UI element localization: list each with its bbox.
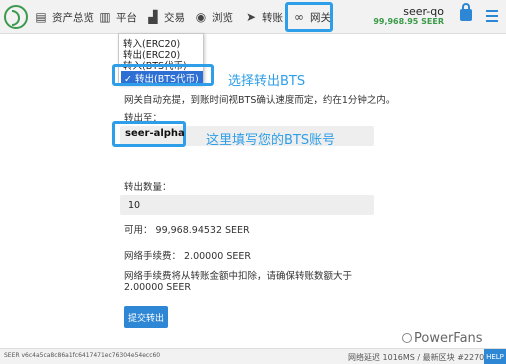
account-balance: 99,968.95 SEER xyxy=(373,17,444,26)
version-text: SEER v6c4a5ca8c86a1fc6417471ec76304e54ec… xyxy=(4,352,161,359)
book-icon: ▤ xyxy=(35,10,47,24)
nav-item-label: 交易 xyxy=(164,11,185,24)
to-account-value: seer-alpha xyxy=(125,128,185,139)
platform-icon: ▥ xyxy=(99,10,111,24)
field-hint-annotation: 这里填写您的BTS账号 xyxy=(206,133,336,148)
gateway-highlight-box xyxy=(285,2,333,32)
lock-icon[interactable] xyxy=(460,3,472,21)
nav-item-label: 浏览 xyxy=(212,11,233,24)
nav-item-overview[interactable]: ▤ 资产总览 xyxy=(34,0,94,34)
to-account-highlight-box: seer-alpha xyxy=(112,121,186,147)
amount-label: 转出数量： xyxy=(124,182,172,193)
network-status: 网络延迟 1016MS / 最新区块 #227097 xyxy=(348,353,495,362)
nav-item-transfer[interactable]: ➤ 转账 xyxy=(244,0,283,34)
help-button[interactable]: HELP xyxy=(484,349,506,364)
chart-icon: ▟ xyxy=(148,10,158,24)
nav-item-label: 资产总览 xyxy=(52,11,94,24)
network-fee: 网络手续费： 2.00000 SEER xyxy=(124,251,251,262)
hamburger-menu-icon[interactable] xyxy=(486,10,498,22)
seer-logo-icon[interactable] xyxy=(4,5,28,29)
arrow-icon: ➤ xyxy=(245,10,257,24)
fee-warning: 网络手续费将从转账金额中扣除，请确保转账数额大于2.00000 SEER xyxy=(124,271,353,293)
status-footer: SEER v6c4a5ca8c86a1fc6417471ec76304e54ec… xyxy=(0,348,506,364)
select-hint-annotation: 选择转出BTS xyxy=(228,74,306,89)
submit-withdraw-button[interactable]: 提交转出 xyxy=(124,306,168,328)
watermark-text: PowerFans xyxy=(414,331,483,346)
wechat-icon xyxy=(402,333,412,343)
nav-item-explore[interactable]: ◉ 浏览 xyxy=(194,0,233,34)
top-bar: ▤ 资产总览 ▥ 平台 ▟ 交易 ◉ 浏览 ➤ 转账 ∞ 网关 seer-qo … xyxy=(0,0,506,34)
nav-item-platform[interactable]: ▥ 平台 xyxy=(98,0,137,34)
nav-item-trade[interactable]: ▟ 交易 xyxy=(146,0,185,34)
available-balance: 可用： 99,968.94532 SEER xyxy=(124,225,250,236)
selection-highlight-box xyxy=(112,64,214,86)
eye-icon: ◉ xyxy=(195,10,207,24)
amount-value: 10 xyxy=(128,199,141,211)
gateway-notice: 网关自动充提，到账时间视BTS确认速度而定，约在1分钟之内。 xyxy=(124,95,396,106)
nav-item-label: 平台 xyxy=(116,11,137,24)
nav-item-label: 转账 xyxy=(262,11,283,24)
amount-input[interactable]: 10 xyxy=(120,195,374,215)
